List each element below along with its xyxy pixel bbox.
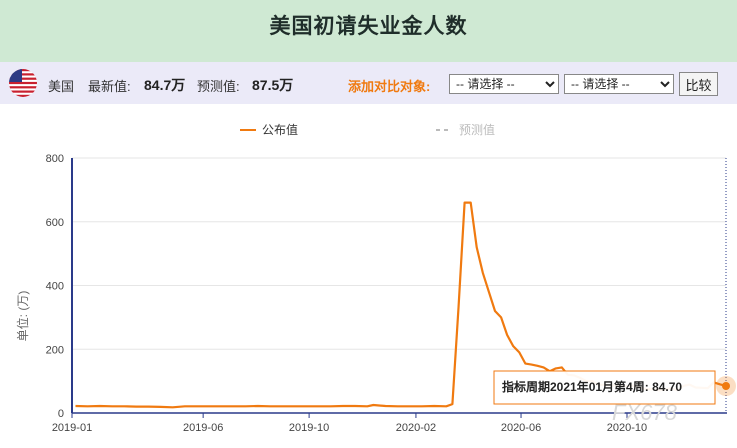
compare-select-1[interactable]: -- 请选择 --: [449, 74, 559, 94]
latest-label: 最新值:: [88, 79, 131, 94]
data-point[interactable]: [444, 404, 448, 408]
y-tick-label: 400: [46, 281, 64, 293]
data-point[interactable]: [317, 404, 321, 408]
tooltip-text: 指标周期2021年01月第4周: 84.70: [502, 379, 682, 394]
data-point[interactable]: [195, 404, 199, 408]
data-point[interactable]: [457, 306, 461, 310]
data-point[interactable]: [384, 404, 388, 408]
data-point[interactable]: [365, 404, 369, 408]
legend-label-forecast[interactable]: 预测值: [459, 122, 495, 137]
data-point[interactable]: [280, 404, 284, 408]
x-tick-label: 2020-02: [396, 422, 436, 434]
data-point[interactable]: [469, 201, 473, 205]
data-point[interactable]: [74, 404, 78, 408]
legend: 公布值 预测值: [240, 122, 495, 137]
data-point[interactable]: [475, 245, 479, 249]
data-point[interactable]: [499, 315, 503, 319]
data-point[interactable]: [146, 405, 150, 409]
y-axis-ticks: 0 200 400 600 800: [46, 153, 64, 420]
y-tick-label: 200: [46, 344, 64, 356]
data-point[interactable]: [487, 290, 491, 294]
data-point[interactable]: [256, 404, 260, 408]
y-tick-label: 800: [46, 153, 64, 165]
data-point[interactable]: [511, 344, 515, 348]
data-point[interactable]: [517, 350, 521, 354]
forecast-value: 87.5万: [252, 77, 294, 93]
x-tick-label: 2020-06: [501, 422, 541, 434]
data-point[interactable]: [554, 366, 558, 370]
tooltip: 指标周期2021年01月第4周: 84.70: [493, 370, 716, 405]
data-point[interactable]: [536, 364, 540, 368]
line-chart: 公布值 预测值 单位: (万) 0 200 400 600 800 2019-01 201…: [15, 122, 736, 434]
page-title: 美国初请失业金人数: [269, 15, 468, 38]
data-point[interactable]: [450, 402, 454, 406]
data-point[interactable]: [523, 362, 527, 366]
data-point[interactable]: [530, 363, 534, 367]
x-axis-ticks: 2019-01 2019-06 2019-10 2020-02 2020-06 2020-…: [52, 413, 647, 434]
data-point[interactable]: [353, 404, 357, 408]
legend-label-published[interactable]: 公布值: [262, 122, 298, 137]
compare-button[interactable]: 比较: [679, 72, 718, 96]
data-point[interactable]: [505, 333, 509, 337]
compare-select-2[interactable]: -- 请选择 --: [564, 74, 674, 94]
data-point[interactable]: [329, 404, 333, 408]
data-point[interactable]: [463, 201, 467, 205]
tooltip-value: 84.70: [652, 380, 682, 394]
x-tick-label: 2019-06: [183, 422, 223, 434]
data-point[interactable]: [244, 404, 248, 408]
country-name: 美国: [48, 79, 75, 94]
y-axis-label: 单位: (万): [15, 291, 30, 342]
data-point[interactable]: [171, 405, 175, 409]
data-point[interactable]: [542, 365, 546, 369]
data-point[interactable]: [560, 365, 564, 369]
latest-value: 84.7万: [144, 77, 186, 93]
hover-point[interactable]: [722, 382, 730, 390]
data-point[interactable]: [134, 405, 138, 409]
tooltip-label: 指标周期2021年01月第4周:: [502, 379, 649, 394]
grid-lines: [72, 157, 726, 350]
data-point[interactable]: [371, 403, 375, 407]
forecast-label: 预测值:: [197, 79, 240, 94]
data-point[interactable]: [219, 404, 223, 408]
data-point[interactable]: [493, 309, 497, 313]
x-tick-label: 2019-01: [52, 422, 92, 434]
data-point[interactable]: [432, 404, 436, 408]
data-point[interactable]: [292, 404, 296, 408]
data-point[interactable]: [207, 404, 211, 408]
data-point[interactable]: [481, 271, 485, 275]
x-tick-label: 2019-10: [289, 422, 329, 434]
info-bar: 美国 最新值: 84.7万 预测值: 87.5万 添加对比对象: -- 请选择 …: [0, 62, 737, 104]
header-bar: 美国初请失业金人数: [0, 0, 737, 62]
y-tick-label: 600: [46, 217, 64, 229]
compare-label: 添加对比对象:: [348, 79, 431, 94]
data-point[interactable]: [268, 404, 272, 408]
data-point[interactable]: [183, 404, 187, 408]
data-point[interactable]: [341, 404, 345, 408]
data-point[interactable]: [420, 404, 424, 408]
data-point[interactable]: [86, 404, 90, 408]
data-point[interactable]: [110, 404, 114, 408]
data-point[interactable]: [232, 404, 236, 408]
data-point[interactable]: [98, 404, 102, 408]
data-point[interactable]: [159, 405, 163, 409]
data-point[interactable]: [396, 404, 400, 408]
data-point[interactable]: [408, 404, 412, 408]
data-point[interactable]: [305, 404, 309, 408]
us-flag-icon: [9, 69, 37, 97]
data-point[interactable]: [122, 404, 126, 408]
y-tick-label: 0: [58, 408, 64, 420]
